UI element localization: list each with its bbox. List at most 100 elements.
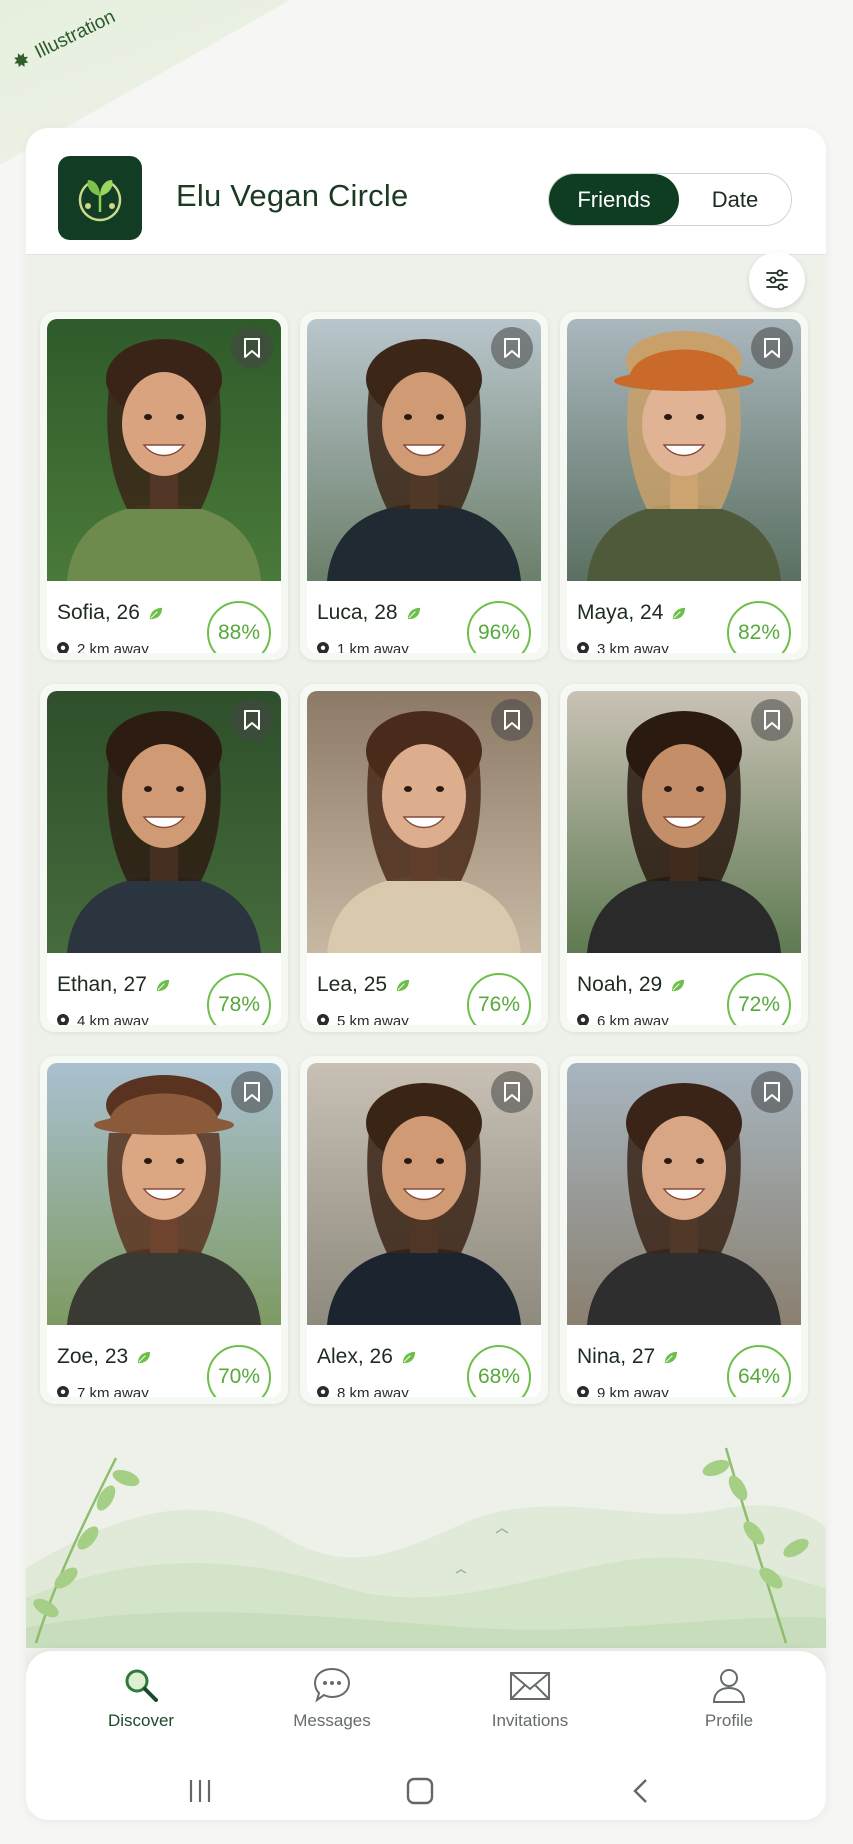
profile-card-body: Lea, 25 5 km away 76% bbox=[307, 691, 541, 1025]
profile-card-body: Luca, 28 1 km away 96% bbox=[307, 319, 541, 653]
profile-grid: Sofia, 26 2 km away 88% Luca, 28 1 km aw… bbox=[40, 312, 808, 1404]
home-button[interactable] bbox=[400, 1771, 440, 1811]
profile-name: Ethan, 27 bbox=[57, 973, 147, 996]
profile-name-row: Luca, 28 bbox=[317, 601, 421, 625]
sliders-icon bbox=[766, 269, 788, 291]
profile-card[interactable]: Ethan, 27 4 km away 78% bbox=[40, 684, 288, 1032]
profile-photo[interactable] bbox=[307, 1063, 541, 1325]
profile-distance: 1 km away bbox=[337, 641, 409, 653]
bookmark-button[interactable] bbox=[231, 327, 273, 369]
match-percentage-badge: 96% bbox=[467, 601, 531, 653]
bookmark-icon bbox=[504, 1082, 520, 1102]
profile-distance: 5 km away bbox=[337, 1013, 409, 1025]
back-button[interactable] bbox=[622, 1771, 662, 1811]
profile-name: Alex, 26 bbox=[317, 1345, 393, 1368]
match-percentage-badge: 68% bbox=[467, 1345, 531, 1397]
profile-distance-row: 2 km away bbox=[57, 641, 149, 653]
profile-photo[interactable] bbox=[307, 319, 541, 581]
nav-messages[interactable]: Messages bbox=[252, 1665, 412, 1731]
pin-icon bbox=[577, 642, 589, 653]
bookmark-icon bbox=[244, 1082, 260, 1102]
pin-icon bbox=[317, 642, 329, 653]
bookmark-button[interactable] bbox=[491, 699, 533, 741]
profile-name: Sofia, 26 bbox=[57, 601, 140, 624]
filter-button[interactable] bbox=[749, 252, 805, 308]
profile-photo[interactable] bbox=[47, 319, 281, 581]
profile-card[interactable]: Noah, 29 6 km away 72% bbox=[560, 684, 808, 1032]
profile-name-row: Zoe, 23 bbox=[57, 1345, 151, 1369]
profile-distance: 8 km away bbox=[337, 1385, 409, 1397]
profile-card[interactable]: Alex, 26 8 km away 68% bbox=[300, 1056, 548, 1404]
nav-discover-label: Discover bbox=[107, 1711, 175, 1730]
profile-card[interactable]: Sofia, 26 2 km away 88% bbox=[40, 312, 288, 660]
profile-card-body: Maya, 24 3 km away 82% bbox=[567, 319, 801, 653]
profile-photo[interactable] bbox=[567, 691, 801, 953]
profile-photo[interactable] bbox=[47, 691, 281, 953]
bookmark-button[interactable] bbox=[491, 1071, 533, 1113]
nav-profile-label: Profile bbox=[704, 1711, 754, 1730]
nav-invitations[interactable]: Invitations bbox=[450, 1665, 610, 1731]
profile-card[interactable]: Zoe, 23 7 km away 70% bbox=[40, 1056, 288, 1404]
bookmark-icon bbox=[764, 710, 780, 730]
back-icon bbox=[633, 1779, 647, 1803]
recents-button[interactable] bbox=[180, 1771, 220, 1811]
match-percentage-badge: 88% bbox=[207, 601, 271, 653]
person-icon bbox=[712, 1669, 746, 1703]
app-screen: Elu Vegan Circle Friends Date Sofia, 26 … bbox=[26, 128, 826, 1820]
profile-distance: 3 km away bbox=[597, 641, 669, 653]
nav-messages-label: Messages bbox=[293, 1711, 371, 1730]
bookmark-icon bbox=[244, 338, 260, 358]
bookmark-button[interactable] bbox=[491, 327, 533, 369]
leaf-icon bbox=[396, 979, 410, 991]
profile-name: Lea, 25 bbox=[317, 973, 388, 996]
bookmark-button[interactable] bbox=[751, 327, 793, 369]
profile-card[interactable]: Nina, 27 9 km away 64% bbox=[560, 1056, 808, 1404]
pin-icon bbox=[577, 1386, 589, 1397]
profile-name: Nina, 27 bbox=[577, 1345, 656, 1368]
match-percentage-badge: 72% bbox=[727, 973, 791, 1025]
profile-card[interactable]: Maya, 24 3 km away 82% bbox=[560, 312, 808, 660]
profile-card[interactable]: Lea, 25 5 km away 76% bbox=[300, 684, 548, 1032]
pin-icon bbox=[57, 1014, 69, 1025]
profile-info: Maya, 24 3 km away 82% bbox=[567, 581, 801, 653]
profile-info: Ethan, 27 4 km away 78% bbox=[47, 953, 281, 1025]
profile-name-row: Ethan, 27 bbox=[57, 973, 170, 997]
app-logo bbox=[58, 156, 142, 240]
profile-card[interactable]: Luca, 28 1 km away 96% bbox=[300, 312, 548, 660]
profile-distance-row: 7 km away bbox=[57, 1385, 149, 1397]
nav-invitations-label: Invitations bbox=[491, 1711, 569, 1730]
profile-card-body: Sofia, 26 2 km away 88% bbox=[47, 319, 281, 653]
profile-distance: 9 km away bbox=[597, 1385, 669, 1397]
bookmark-button[interactable] bbox=[751, 1071, 793, 1113]
match-percentage-badge: 78% bbox=[207, 973, 271, 1025]
nav-profile[interactable]: Profile bbox=[649, 1665, 809, 1731]
profile-photo[interactable] bbox=[567, 1063, 801, 1325]
bookmark-icon bbox=[764, 338, 780, 358]
profile-photo[interactable] bbox=[47, 1063, 281, 1325]
profile-name-row: Alex, 26 bbox=[317, 1345, 416, 1369]
bookmark-icon bbox=[764, 1082, 780, 1102]
leaf-icon bbox=[138, 1351, 151, 1363]
profile-name-row: Sofia, 26 bbox=[57, 601, 163, 625]
profile-distance-row: 1 km away bbox=[317, 641, 409, 653]
envelope-icon bbox=[510, 1672, 550, 1700]
match-percentage-badge: 82% bbox=[727, 601, 791, 653]
match-percentage-badge: 70% bbox=[207, 1345, 271, 1397]
nav-discover[interactable]: Discover bbox=[61, 1665, 221, 1731]
friends-mode-button[interactable]: Friends bbox=[549, 174, 679, 225]
profile-info: Sofia, 26 2 km away 88% bbox=[47, 581, 281, 653]
profile-photo[interactable] bbox=[567, 319, 801, 581]
chat-bubble-icon bbox=[313, 1667, 351, 1703]
date-mode-button[interactable]: Date bbox=[679, 174, 791, 225]
leaf-icon bbox=[673, 607, 686, 619]
profile-photo[interactable] bbox=[307, 691, 541, 953]
leaf-icon bbox=[672, 979, 685, 991]
bookmark-button[interactable] bbox=[751, 699, 793, 741]
profile-distance-row: 3 km away bbox=[577, 641, 669, 653]
profile-distance: 2 km away bbox=[77, 641, 149, 653]
profile-distance-row: 9 km away bbox=[577, 1385, 669, 1397]
profile-distance: 6 km away bbox=[597, 1013, 669, 1025]
bookmark-button[interactable] bbox=[231, 699, 273, 741]
bookmark-button[interactable] bbox=[231, 1071, 273, 1113]
profile-card-body: Zoe, 23 7 km away 70% bbox=[47, 1063, 281, 1397]
